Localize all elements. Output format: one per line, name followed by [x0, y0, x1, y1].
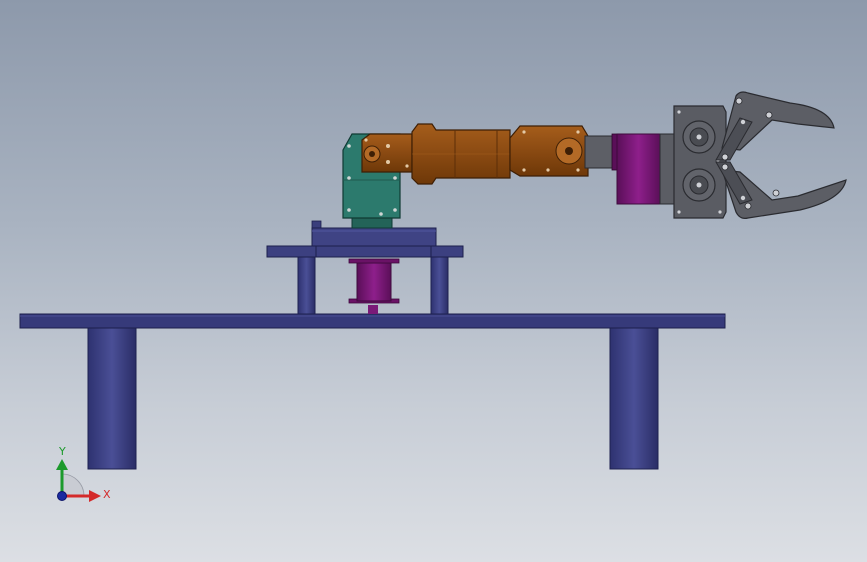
table-leg-right[interactable] [609, 327, 659, 470]
cad-scene[interactable]: Y X [0, 0, 867, 562]
base-plate[interactable] [266, 245, 464, 258]
base-post-right[interactable] [430, 256, 449, 315]
table-top[interactable] [19, 313, 726, 329]
gripper-jaw-upper[interactable] [715, 91, 835, 161]
y-axis-arrowhead [56, 459, 68, 470]
gripper-jaw-lower[interactable] [715, 161, 847, 219]
x-axis-arrowhead [89, 490, 101, 502]
y-axis-label: Y [58, 445, 66, 458]
wrist-motor[interactable] [611, 133, 675, 205]
base-motor[interactable] [348, 258, 400, 314]
x-axis-label: X [103, 488, 111, 501]
elbow-joint[interactable] [509, 125, 614, 177]
cad-viewport[interactable]: Y X [0, 0, 867, 562]
z-axis-dot [57, 491, 67, 501]
table-leg-left[interactable] [87, 327, 137, 470]
base-post-left[interactable] [297, 256, 316, 315]
